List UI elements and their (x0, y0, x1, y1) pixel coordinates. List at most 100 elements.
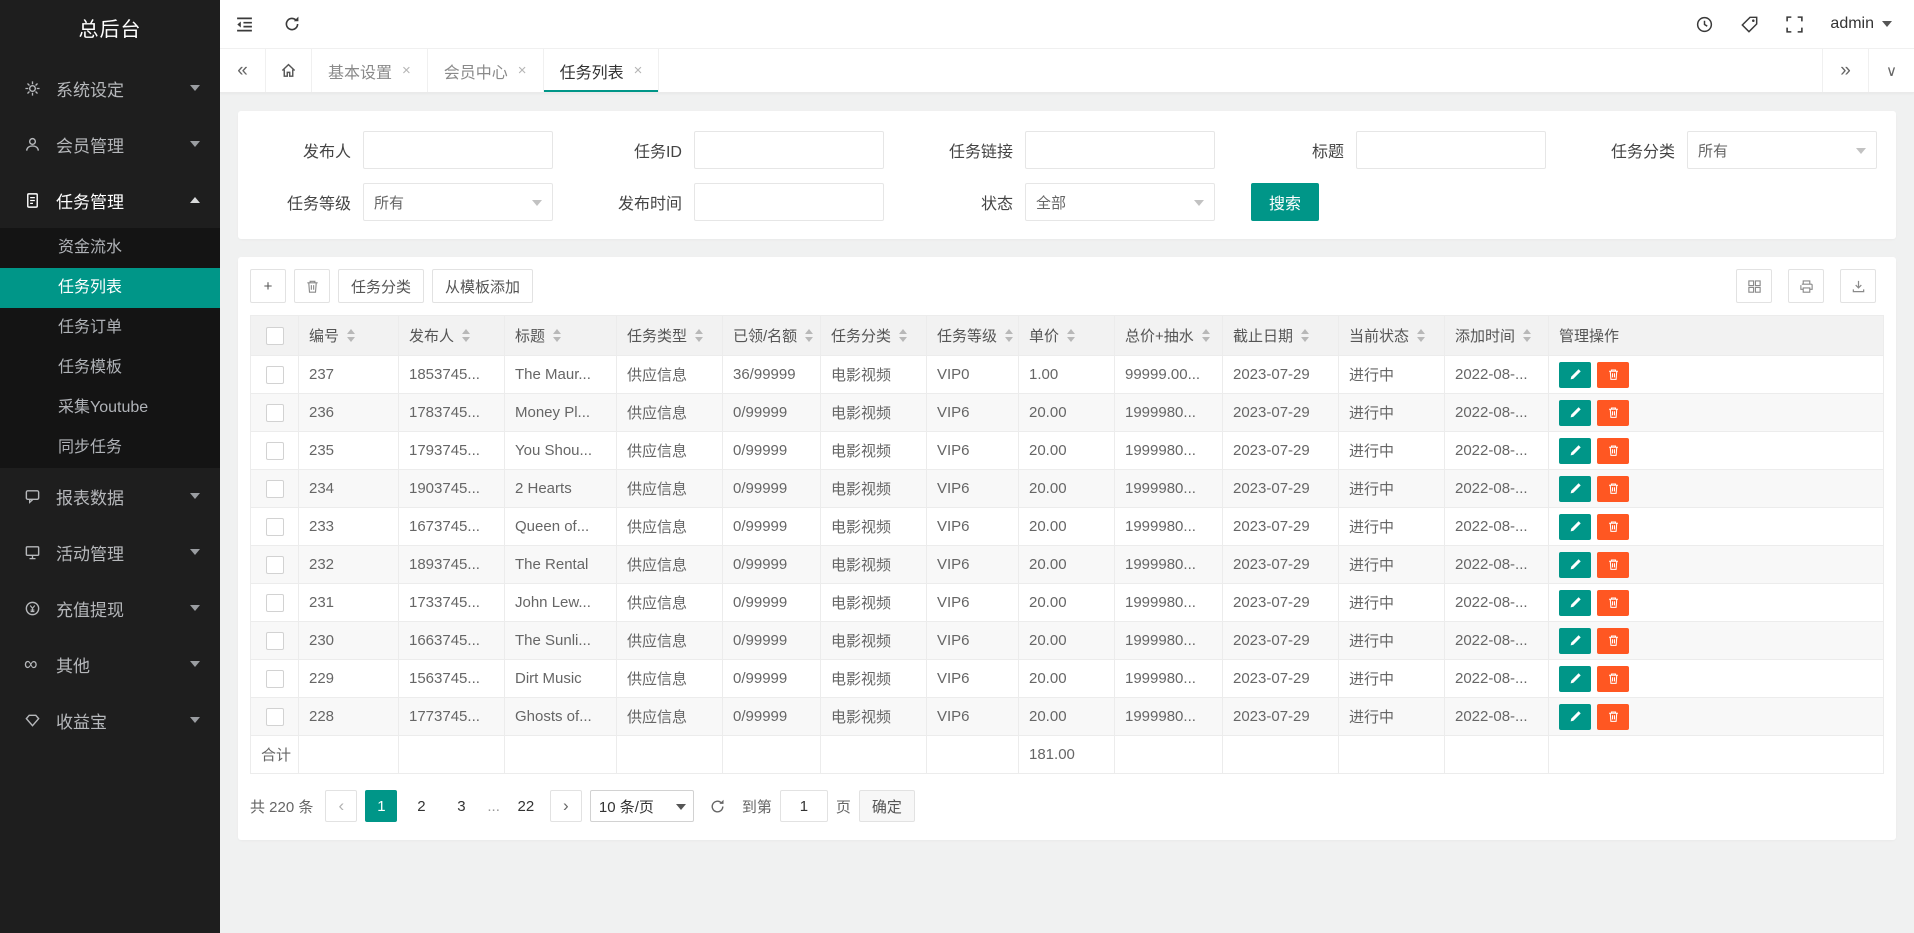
user-menu[interactable]: admin (1830, 15, 1892, 33)
delete-button[interactable] (1597, 362, 1629, 388)
goto-confirm-button[interactable]: 确定 (859, 790, 915, 822)
delete-button[interactable] (1597, 476, 1629, 502)
delete-button[interactable] (1597, 590, 1629, 616)
row-checkbox[interactable] (266, 594, 284, 612)
print-button[interactable] (1788, 269, 1824, 303)
sidebar-item-label: 其他 (56, 652, 190, 677)
collapse-sidebar-icon[interactable] (220, 0, 268, 48)
sort-icon[interactable] (1005, 329, 1013, 342)
page-button-1[interactable]: 1 (365, 790, 397, 822)
row-checkbox[interactable] (266, 632, 284, 650)
page-button-3[interactable]: 3 (445, 790, 477, 822)
add-task-button[interactable]: + (250, 269, 286, 303)
delete-button[interactable] (1597, 628, 1629, 654)
delete-button[interactable] (1597, 400, 1629, 426)
next-page-button[interactable]: › (550, 790, 582, 822)
sidebar-item-system-settings[interactable]: 系统设定 (0, 60, 220, 116)
sidebar-item-reports[interactable]: 报表数据 (0, 468, 220, 524)
sort-icon[interactable] (805, 329, 813, 342)
task-category-select[interactable]: 所有 (1687, 131, 1877, 169)
task-level-select[interactable]: 所有 (363, 183, 553, 221)
row-checkbox[interactable] (266, 404, 284, 422)
sidebar-item-sync-tasks[interactable]: 同步任务 (0, 428, 220, 468)
sort-icon[interactable] (347, 329, 355, 342)
edit-button[interactable] (1559, 514, 1591, 540)
row-checkbox[interactable] (266, 480, 284, 498)
search-button[interactable]: 搜索 (1251, 183, 1319, 221)
select-all-checkbox[interactable] (266, 327, 284, 345)
row-checkbox[interactable] (266, 442, 284, 460)
delete-button[interactable] (1597, 704, 1629, 730)
delete-selected-button[interactable] (294, 269, 330, 303)
delete-button[interactable] (1597, 438, 1629, 464)
tabs-scroll-left-button[interactable]: « (220, 49, 266, 92)
sort-icon[interactable] (695, 329, 703, 342)
sidebar-item-members[interactable]: 会员管理 (0, 116, 220, 172)
sort-icon[interactable] (553, 329, 561, 342)
prev-page-button[interactable]: ‹ (325, 790, 357, 822)
edit-button[interactable] (1559, 438, 1591, 464)
delete-button[interactable] (1597, 514, 1629, 540)
table-refresh-icon[interactable] (702, 790, 734, 822)
page-button-22[interactable]: 22 (510, 790, 542, 822)
sort-icon[interactable] (1067, 329, 1075, 342)
close-icon[interactable]: × (518, 62, 527, 79)
close-icon[interactable]: × (634, 62, 643, 79)
row-checkbox[interactable] (266, 708, 284, 726)
clear-cache-icon[interactable] (1695, 15, 1714, 34)
edit-button[interactable] (1559, 628, 1591, 654)
delete-button[interactable] (1597, 666, 1629, 692)
row-checkbox[interactable] (266, 670, 284, 688)
page-size-select[interactable]: 10 条/页 (590, 790, 694, 822)
task-link-input[interactable] (1025, 131, 1215, 169)
edit-button[interactable] (1559, 704, 1591, 730)
refresh-icon[interactable] (268, 0, 316, 48)
close-icon[interactable]: × (402, 62, 411, 79)
tab-task-list[interactable]: 任务列表 × (544, 49, 660, 92)
tabs-scroll-right-button[interactable]: » (1822, 49, 1868, 92)
home-tab[interactable] (266, 49, 312, 92)
sort-icon[interactable] (1523, 329, 1531, 342)
title-input[interactable] (1356, 131, 1546, 169)
sort-icon[interactable] (462, 329, 470, 342)
tabs-menu-button[interactable]: ∨ (1868, 49, 1914, 92)
sort-icon[interactable] (899, 329, 907, 342)
task-id-input[interactable] (694, 131, 884, 169)
sidebar-item-collect-youtube[interactable]: 采集Youtube (0, 388, 220, 428)
sidebar-item-fund-flow[interactable]: 资金流水 (0, 228, 220, 268)
add-from-template-button[interactable]: 从模板添加 (432, 269, 533, 303)
edit-button[interactable] (1559, 400, 1591, 426)
task-category-button[interactable]: 任务分类 (338, 269, 424, 303)
export-button[interactable] (1840, 269, 1876, 303)
sort-icon[interactable] (1202, 329, 1210, 342)
sidebar-item-tasks[interactable]: 任务管理 (0, 172, 220, 228)
sidebar-item-task-list[interactable]: 任务列表 (0, 268, 220, 308)
tab-basic-settings[interactable]: 基本设置 × (312, 49, 428, 92)
row-checkbox[interactable] (266, 518, 284, 536)
sidebar-item-task-orders[interactable]: 任务订单 (0, 308, 220, 348)
sidebar-item-recharge-withdraw[interactable]: 充值提现 (0, 580, 220, 636)
sidebar-item-other[interactable]: ∞ 其他 (0, 636, 220, 692)
status-select[interactable]: 全部 (1025, 183, 1215, 221)
publish-time-input[interactable] (694, 183, 884, 221)
page-button-2[interactable]: 2 (405, 790, 437, 822)
row-checkbox[interactable] (266, 366, 284, 384)
edit-button[interactable] (1559, 590, 1591, 616)
goto-page-input[interactable] (780, 790, 828, 822)
edit-button[interactable] (1559, 666, 1591, 692)
publisher-input[interactable] (363, 131, 553, 169)
edit-button[interactable] (1559, 476, 1591, 502)
delete-button[interactable] (1597, 552, 1629, 578)
sidebar-item-activities[interactable]: 活动管理 (0, 524, 220, 580)
fullscreen-icon[interactable] (1785, 15, 1804, 34)
sidebar-item-profit-treasure[interactable]: 收益宝 (0, 692, 220, 748)
filter-columns-button[interactable] (1736, 269, 1772, 303)
sort-icon[interactable] (1301, 329, 1309, 342)
sort-icon[interactable] (1417, 329, 1425, 342)
tag-icon[interactable] (1740, 15, 1759, 34)
tab-member-center[interactable]: 会员中心 × (428, 49, 544, 92)
row-checkbox[interactable] (266, 556, 284, 574)
edit-button[interactable] (1559, 552, 1591, 578)
sidebar-item-task-templates[interactable]: 任务模板 (0, 348, 220, 388)
edit-button[interactable] (1559, 362, 1591, 388)
